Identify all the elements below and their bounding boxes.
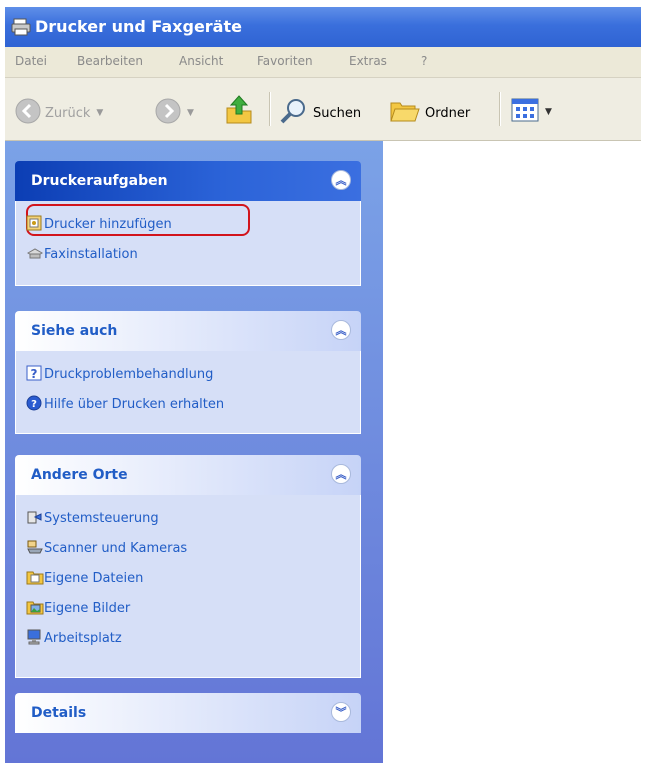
details-header[interactable]: Details ︾ [15,693,361,733]
menu-extras[interactable]: Extras [349,54,387,68]
forward-dropdown-icon[interactable]: ▼ [187,108,194,118]
menu-edit[interactable]: Bearbeiten [77,54,143,68]
print-help-link[interactable]: ? Hilfe über Drucken erhalten [16,389,360,419]
fax-setup-link[interactable]: Faxinstallation [16,239,360,269]
help-question-icon: ? [26,365,42,385]
printer-tasks-panel: Druckeraufgaben ︽ Drucker hinzufügen Fax… [15,161,361,286]
see-also-panel: Siehe auch ︽ ? Druckproblembehandlung ? … [15,311,361,434]
printer-tasks-header[interactable]: Druckeraufgaben ︽ [15,161,361,201]
search-icon [279,97,309,129]
forward-arrow-icon [155,98,181,128]
back-dropdown-icon[interactable]: ▼ [96,108,103,118]
menu-view[interactable]: Ansicht [179,54,223,68]
task-pane: Druckeraufgaben ︽ Drucker hinzufügen Fax… [5,141,383,763]
menu-file[interactable]: Datei [15,54,47,68]
see-also-body: ? Druckproblembehandlung ? Hilfe über Dr… [15,351,361,434]
scanner-camera-icon [26,539,44,559]
menu-favorites[interactable]: Favoriten [257,54,313,68]
collapse-chevron-icon[interactable]: ︽ [331,170,351,190]
folders-label: Ordner [425,105,471,121]
see-also-header[interactable]: Siehe auch ︽ [15,311,361,351]
print-help-label: Hilfe über Drucken erhalten [44,396,225,412]
other-places-header[interactable]: Andere Orte ︽ [15,455,361,495]
print-troubleshooter-link[interactable]: ? Druckproblembehandlung [16,359,360,389]
menu-help[interactable]: ? [421,54,427,68]
help-circle-icon: ? [26,395,42,415]
add-printer-icon [26,215,42,235]
folders-icon [389,97,421,129]
search-button[interactable]: Suchen [279,97,361,129]
window-title: Drucker und Faxgeräte [35,17,242,36]
see-also-title: Siehe auch [31,323,118,339]
my-documents-icon [26,569,44,589]
print-troubleshooter-label: Druckproblembehandlung [44,366,214,382]
toolbar-separator [269,92,271,126]
collapse-chevron-icon[interactable]: ︽ [331,464,351,484]
add-printer-label: Drucker hinzufügen [44,216,172,232]
other-places-body: Systemsteuerung Scanner und Kameras Eige… [15,495,361,678]
other-places-title: Andere Orte [31,467,128,483]
search-label: Suchen [313,105,362,121]
fax-setup-label: Faxinstallation [44,246,138,262]
views-icon [511,98,539,126]
menu-bar: Datei Bearbeiten Ansicht Favoriten Extra… [5,47,641,78]
expand-chevron-icon[interactable]: ︾ [331,702,351,722]
content-area[interactable] [383,141,641,763]
details-title: Details [31,705,87,721]
collapse-chevron-icon[interactable]: ︽ [331,320,351,340]
my-pictures-label: Eigene Bilder [44,600,131,616]
views-dropdown-icon[interactable]: ▼ [545,107,552,117]
back-label: Zurück [45,105,91,121]
folder-up-icon [223,94,255,130]
my-pictures-link[interactable]: Eigene Bilder [16,593,360,623]
svg-text:?: ? [31,367,38,381]
my-documents-label: Eigene Dateien [44,570,144,586]
details-panel: Details ︾ [15,693,361,733]
svg-text:?: ? [31,399,37,410]
toolbar: Zurück ▼ ▼ Suchen Ordner ▼ [5,78,641,141]
my-computer-icon [26,629,42,649]
control-panel-label: Systemsteuerung [44,510,159,526]
my-computer-link[interactable]: Arbeitsplatz [16,623,360,653]
printer-tasks-body: Drucker hinzufügen Faxinstallation [15,201,361,286]
add-printer-link[interactable]: Drucker hinzufügen [16,209,360,239]
control-panel-icon [26,509,42,529]
printer-folder-icon [11,18,31,40]
scanners-cameras-link[interactable]: Scanner und Kameras [16,533,360,563]
my-documents-link[interactable]: Eigene Dateien [16,563,360,593]
explorer-window: Drucker und Faxgeräte Datei Bearbeiten A… [5,7,641,763]
scanners-cameras-label: Scanner und Kameras [44,540,188,556]
back-button[interactable]: Zurück ▼ [15,98,103,128]
title-bar[interactable]: Drucker und Faxgeräte [5,7,641,47]
folders-button[interactable]: Ordner [389,97,470,129]
my-computer-label: Arbeitsplatz [44,630,122,646]
views-button[interactable]: ▼ [511,98,552,126]
back-arrow-icon [15,98,41,128]
fax-icon [26,245,44,265]
toolbar-separator [499,92,501,126]
other-places-panel: Andere Orte ︽ Systemsteuerung Scanner un… [15,455,361,678]
control-panel-link[interactable]: Systemsteuerung [16,503,360,533]
printer-tasks-title: Druckeraufgaben [31,173,168,189]
my-pictures-icon [26,599,44,619]
up-button[interactable] [223,94,255,130]
forward-button[interactable]: ▼ [155,98,194,128]
